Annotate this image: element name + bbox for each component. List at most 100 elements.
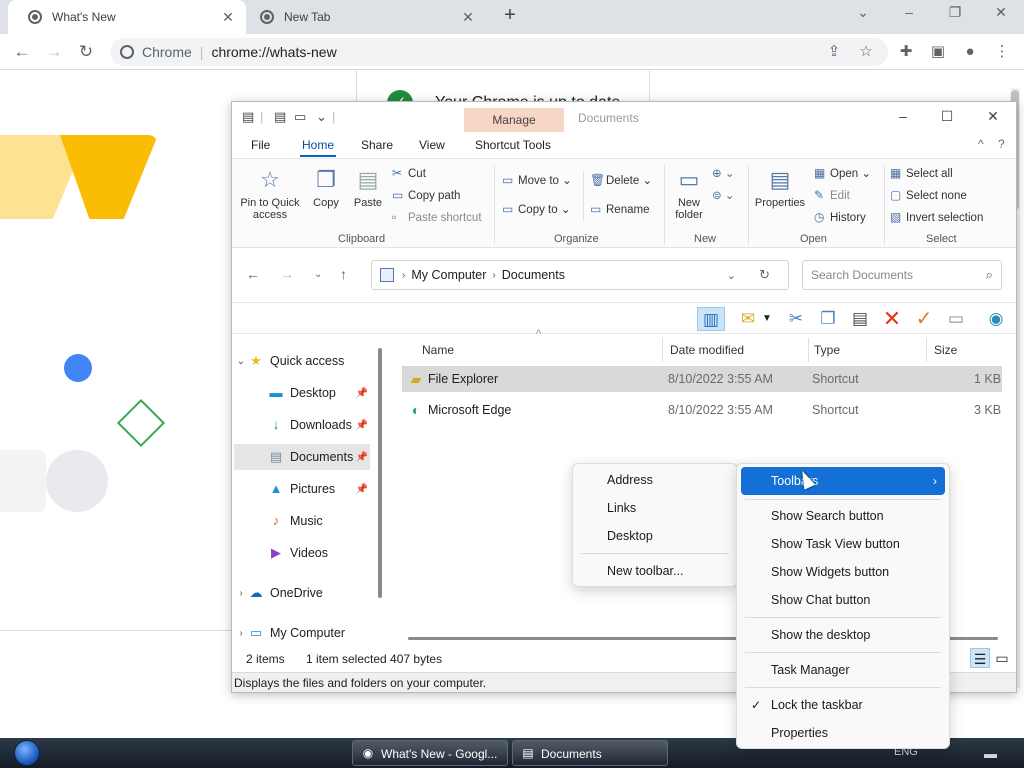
menu-item-lock-taskbar[interactable]: ✓ Lock the taskbar — [741, 691, 945, 719]
cut-button[interactable]: ✂ Cut — [392, 166, 426, 180]
tab-close-icon[interactable]: ✕ — [460, 9, 476, 26]
details-view-icon[interactable]: ☰ — [970, 648, 990, 668]
chevron-right-icon[interactable]: › — [234, 588, 248, 599]
help-icon[interactable]: ? — [998, 137, 1005, 151]
move-to-button[interactable]: ▭ Move to ⌄ — [502, 173, 572, 187]
invert-selection-button[interactable]: ▧ Invert selection — [890, 210, 983, 224]
scissors-icon[interactable]: ✂ — [782, 307, 810, 331]
up-arrow-icon[interactable]: ↑ — [340, 266, 347, 282]
menu-item-show-search[interactable]: Show Search button — [741, 502, 945, 530]
nav-item-desktop[interactable]: ▬ Desktop 📌 — [234, 380, 370, 406]
back-arrow-icon[interactable]: ← — [246, 266, 260, 282]
breadcrumb-my-computer[interactable]: My Computer — [411, 268, 486, 282]
menu-item-toolbars[interactable]: Toolbars › — [741, 467, 945, 495]
back-arrow-icon[interactable]: ← — [10, 40, 34, 64]
recent-locations-icon[interactable]: ⌄ — [314, 269, 322, 280]
minimize-button[interactable]: – — [898, 4, 920, 20]
quick-access-newfolder-icon[interactable]: ▭ — [294, 109, 306, 125]
omnibox[interactable]: Chrome | chrome://whats-new — [110, 38, 888, 66]
menu-item-show-task-view[interactable]: Show Task View button — [741, 530, 945, 558]
file-row[interactable]: ▰ File Explorer 8/10/2022 3:55 AM Shortc… — [402, 366, 1002, 392]
properties-button[interactable]: ▤ Properties — [752, 167, 808, 209]
nav-item-onedrive[interactable]: › ☁ OneDrive — [234, 580, 370, 606]
nav-item-downloads[interactable]: ↓ Downloads 📌 — [234, 412, 370, 438]
tab-shortcut-tools[interactable]: Shortcut Tools — [475, 138, 551, 152]
chevron-right-icon[interactable]: › — [234, 628, 248, 639]
restore-button[interactable]: ❐ — [944, 4, 966, 21]
tab-file[interactable]: File — [251, 138, 270, 152]
nav-scrollbar[interactable] — [378, 348, 382, 598]
nav-item-music[interactable]: ♪ Music — [234, 508, 370, 534]
select-all-button[interactable]: ▦ Select all — [890, 166, 953, 180]
folder-options-icon[interactable]: ✉ — [734, 307, 762, 331]
menu-item-show-widgets[interactable]: Show Widgets button — [741, 558, 945, 586]
refresh-icon[interactable]: ↻ — [759, 267, 770, 283]
address-dropdown-icon[interactable]: ⌄ — [727, 269, 736, 282]
tab-home[interactable]: Home — [299, 138, 337, 157]
checkmark-icon[interactable]: ✓ — [910, 307, 938, 331]
nav-item-documents[interactable]: ▤ Documents 📌 — [234, 444, 370, 470]
open-button[interactable]: ▦ Open ⌄ — [814, 166, 871, 180]
side-panel-icon[interactable]: ▣ — [928, 42, 948, 62]
preview-pane-icon[interactable]: ▥ — [697, 307, 725, 331]
close-window-button[interactable]: ✕ — [990, 4, 1012, 21]
nav-item-my-computer[interactable]: › ▭ My Computer — [234, 620, 370, 646]
start-button[interactable] — [6, 738, 50, 768]
tab-close-icon[interactable]: ✕ — [220, 9, 236, 26]
quick-access-properties-icon[interactable]: ▤ — [274, 109, 286, 125]
nav-item-videos[interactable]: ▶ Videos — [234, 540, 370, 566]
easy-access-icon[interactable]: ⊜ ⌄ — [712, 188, 734, 202]
paste-icon[interactable]: ▤ — [846, 307, 874, 331]
rename-icon[interactable]: ▭ — [942, 307, 970, 331]
extensions-puzzle-icon[interactable]: ✚ — [896, 42, 916, 62]
forward-arrow-icon[interactable]: → — [280, 266, 294, 282]
profile-avatar-icon[interactable]: ● — [960, 42, 980, 62]
notification-icon[interactable]: ▬ — [984, 746, 997, 761]
edit-button[interactable]: ✎ Edit — [814, 188, 850, 202]
copy-path-button[interactable]: ▭ Copy path — [392, 188, 460, 202]
menu-item-desktop[interactable]: Desktop — [577, 522, 733, 550]
menu-item-show-desktop[interactable]: Show the desktop — [741, 621, 945, 649]
copy-button[interactable]: ❐ Copy — [308, 167, 344, 209]
close-button[interactable]: ✕ — [978, 108, 1008, 125]
menu-item-task-manager[interactable]: Task Manager — [741, 656, 945, 684]
maximize-button[interactable]: ☐ — [932, 108, 962, 125]
tab-search-icon[interactable]: ⌄ — [852, 4, 874, 21]
taskbar-button-explorer[interactable]: ▤ Documents — [512, 740, 668, 766]
large-icons-view-icon[interactable]: ▭ — [992, 648, 1012, 668]
nav-item-pictures[interactable]: ▲ Pictures 📌 — [234, 476, 370, 502]
column-header-name[interactable]: Name — [422, 338, 454, 362]
menu-item-address[interactable]: Address — [577, 466, 733, 494]
reload-icon[interactable]: ↻ — [74, 40, 98, 64]
tab-new-tab[interactable]: New Tab ✕ — [240, 0, 486, 34]
copy-icon[interactable]: ❐ — [814, 307, 842, 331]
history-button[interactable]: ◷ History — [814, 210, 866, 224]
tab-whats-new[interactable]: What's New ✕ — [8, 0, 246, 34]
select-none-button[interactable]: ▢ Select none — [890, 188, 967, 202]
globe-icon[interactable]: ◉ — [982, 307, 1010, 331]
search-input[interactable]: Search Documents ⌕ — [802, 260, 1002, 290]
bookmark-star-icon[interactable]: ☆ — [856, 42, 876, 62]
column-header-size[interactable]: Size — [934, 338, 957, 362]
rename-button[interactable]: ▭ Rename — [590, 202, 649, 216]
copy-to-button[interactable]: ▭ Copy to ⌄ — [502, 202, 570, 216]
quick-access-dropdown-icon[interactable]: ⌄ — [316, 109, 327, 125]
column-header-type[interactable]: Type — [814, 338, 840, 362]
new-item-icon[interactable]: ⊕ ⌄ — [712, 166, 734, 180]
manage-contextual-tab[interactable]: Manage — [464, 108, 564, 132]
pin-quick-access-button[interactable]: ☆ Pin to Quick access — [238, 167, 302, 221]
delete-x-icon[interactable]: ✕ — [878, 307, 906, 331]
paste-button[interactable]: ▤ Paste — [350, 167, 386, 209]
quick-access-properties-icon[interactable]: ▤ — [242, 109, 254, 125]
file-row[interactable]: ◐ Microsoft Edge 8/10/2022 3:55 AM Short… — [402, 397, 1002, 423]
menu-kebab-icon[interactable]: ⋮ — [992, 42, 1012, 62]
dropdown-icon[interactable]: ▼ — [760, 307, 774, 331]
chevron-down-icon[interactable]: ⌄ — [234, 356, 248, 367]
delete-button[interactable]: 🗑Delete ⌄ — [590, 173, 652, 187]
tab-view[interactable]: View — [419, 138, 445, 152]
collapse-ribbon-icon[interactable]: ^ — [978, 137, 984, 151]
tab-share[interactable]: Share — [361, 138, 393, 152]
forward-arrow-icon[interactable]: → — [42, 40, 66, 64]
new-folder-button[interactable]: ▭ New folder — [670, 167, 708, 221]
column-header-date[interactable]: Date modified — [670, 338, 744, 362]
